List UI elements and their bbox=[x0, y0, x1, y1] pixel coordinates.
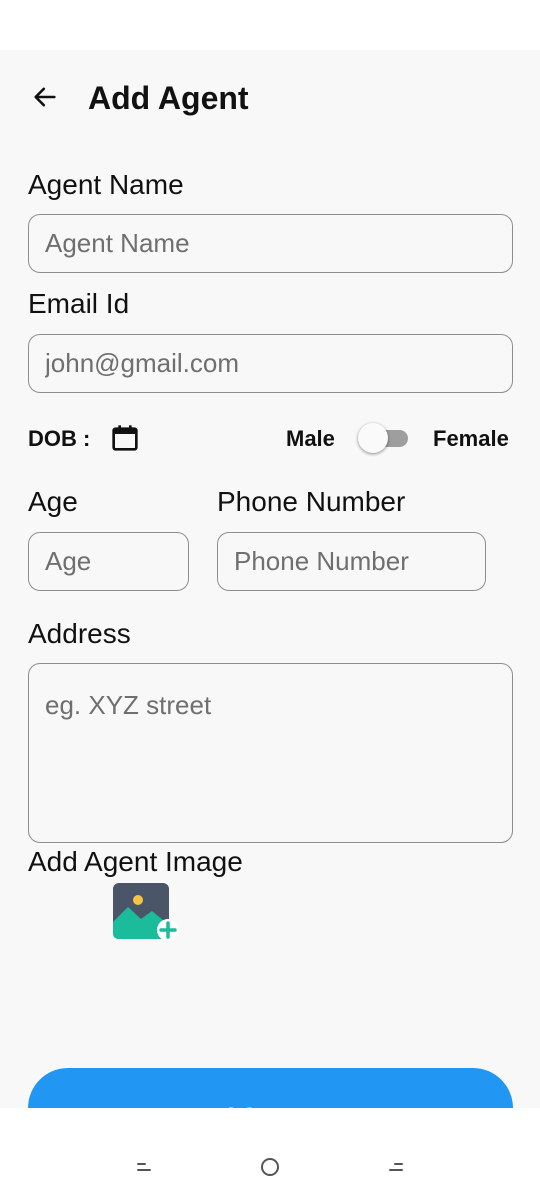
email-input[interactable] bbox=[28, 334, 513, 393]
gender-female-label: Female bbox=[433, 426, 509, 451]
agent-name-input[interactable] bbox=[28, 214, 513, 273]
add-agent-button[interactable]: Add Agent bbox=[28, 1068, 513, 1108]
back-nav-icon bbox=[389, 1163, 403, 1171]
calendar-icon bbox=[112, 425, 138, 451]
dob-label: DOB : bbox=[28, 426, 91, 451]
recent-apps-icon bbox=[137, 1163, 151, 1171]
add-image-button[interactable] bbox=[112, 882, 180, 942]
phone-label: Phone Number bbox=[217, 486, 406, 517]
dob-picker-button[interactable] bbox=[108, 421, 142, 455]
home-icon bbox=[261, 1158, 279, 1176]
page-title: Add Agent bbox=[88, 80, 249, 116]
age-input[interactable] bbox=[28, 532, 189, 591]
address-input[interactable] bbox=[28, 663, 513, 843]
back-button[interactable] bbox=[28, 80, 62, 114]
status-bar bbox=[0, 0, 540, 50]
system-nav-bar bbox=[0, 1133, 540, 1200]
arrow-left-icon bbox=[34, 87, 56, 107]
toggle-thumb bbox=[358, 423, 388, 453]
app-bar: Add Agent bbox=[0, 50, 540, 146]
age-label: Age bbox=[28, 486, 78, 517]
add-agent-screen: Add Agent Agent Name Email Id DOB : Male… bbox=[0, 50, 540, 1108]
gender-male-label: Male bbox=[286, 426, 335, 451]
add-image-icon bbox=[113, 883, 179, 941]
agent-image-label: Add Agent Image bbox=[28, 846, 243, 877]
back-nav-button[interactable] bbox=[381, 1155, 411, 1179]
home-button[interactable] bbox=[255, 1155, 285, 1179]
email-label: Email Id bbox=[28, 288, 130, 319]
recent-apps-button[interactable] bbox=[129, 1155, 159, 1179]
address-label: Address bbox=[28, 618, 131, 649]
phone-input[interactable] bbox=[217, 532, 486, 591]
agent-name-label: Agent Name bbox=[28, 169, 184, 200]
gender-toggle[interactable] bbox=[358, 423, 412, 453]
